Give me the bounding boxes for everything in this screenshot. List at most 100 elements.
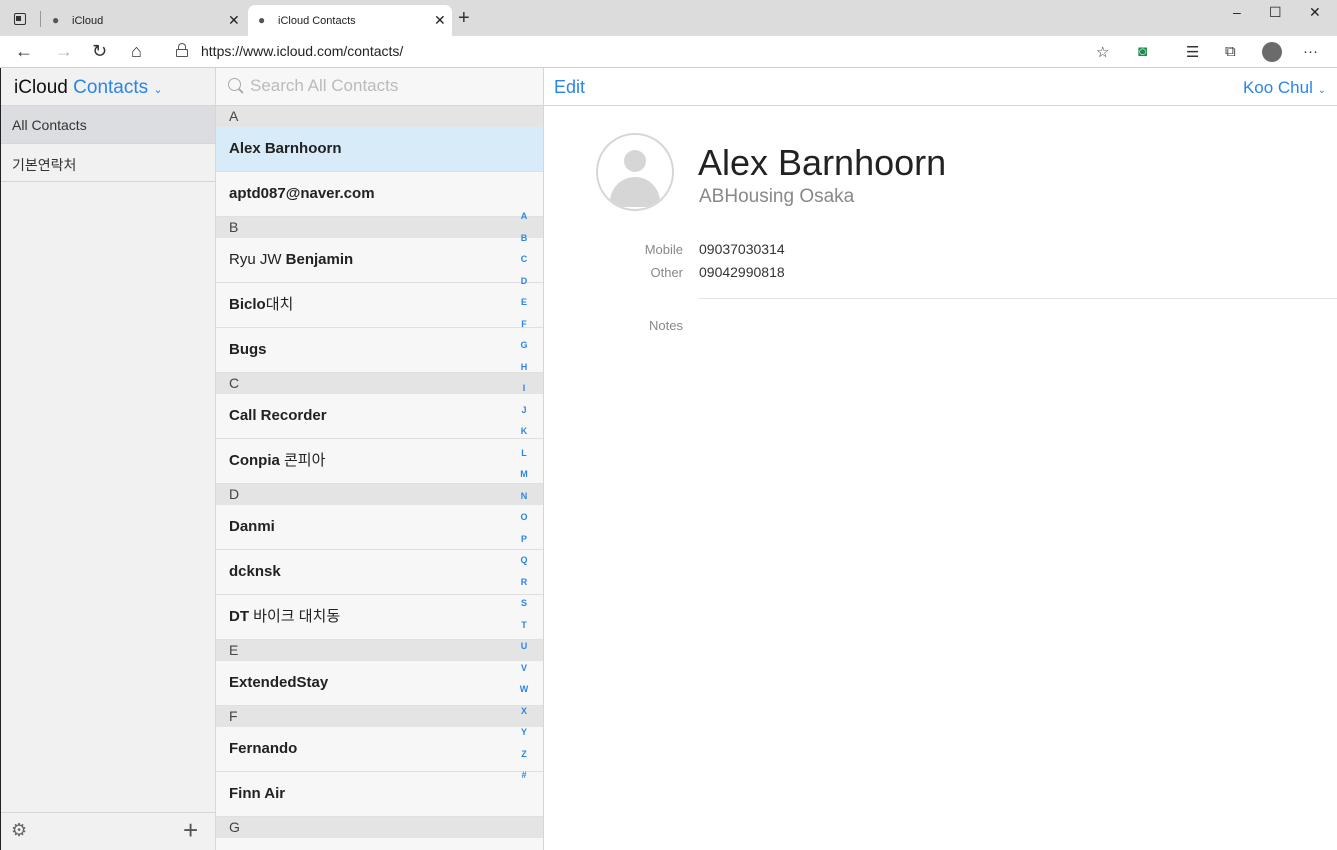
forward-icon[interactable]: → [55,41,73,62]
index-letter[interactable]: T [518,615,530,637]
contact-row[interactable]: aptd087@naver.com [216,172,543,217]
index-letter[interactable]: V [518,658,530,680]
close-tab-icon[interactable]: ✕ [228,12,240,29]
minimize-button[interactable]: – [1233,4,1241,20]
group-label: 기본연락처 [12,157,77,173]
tab-actions-icon[interactable] [10,10,30,28]
tab-icloud[interactable]: ● iCloud ✕ [42,5,246,36]
chevron-down-icon: ⌄ [153,84,163,96]
close-window-button[interactable]: ✕ [1309,4,1321,21]
group-all-contacts[interactable]: All Contacts [1,106,215,144]
index-letter[interactable]: Z [518,744,530,766]
section-header: D [216,484,543,505]
index-letter[interactable]: Y [518,722,530,744]
group-label: All Contacts [12,117,87,133]
index-letter[interactable]: M [518,464,530,486]
collections-icon[interactable]: ⧉ [1225,43,1236,60]
profile-avatar-icon[interactable] [1262,42,1282,62]
more-icon[interactable]: ··· [1303,43,1318,60]
index-letter[interactable]: B [518,228,530,250]
index-letter[interactable]: R [518,572,530,594]
index-letter[interactable]: N [518,486,530,508]
contact-row[interactable]: Bugs [216,328,543,373]
tab-title: iCloud Contacts [278,15,356,27]
index-letter[interactable]: H [518,357,530,379]
person-icon [624,150,646,172]
contact-last-name: dcknsk [229,563,281,580]
search-icon [228,78,244,94]
contact-rows: A Alex Barnhoorn aptd087@naver.com B Ryu JW … [216,106,543,838]
contact-name-suffix: 콘피아 [279,452,326,469]
index-letter[interactable]: W [518,679,530,701]
home-icon[interactable]: ⌂ [131,41,142,62]
index-letter[interactable]: J [518,400,530,422]
contact-last-name: Fernando [229,740,298,757]
contact-row[interactable]: dcknsk [216,550,543,595]
contact-last-name: Call Recorder [229,407,327,424]
close-tab-icon[interactable]: ✕ [434,12,446,29]
favorites-icon[interactable]: ☰ [1186,43,1199,61]
contact-row[interactable]: Finn Air [216,772,543,817]
address-bar[interactable]: https://www.icloud.com/contacts/ [176,41,1106,63]
section-header: A [216,106,543,127]
contact-row[interactable]: ExtendedStay [216,661,543,706]
tab-separator [40,11,41,27]
back-icon[interactable]: ← [15,41,33,62]
contact-row[interactable]: Call Recorder [216,394,543,439]
contact-row[interactable]: DT 바이크 대치동 [216,595,543,640]
section-header: B [216,217,543,238]
index-letter[interactable]: A [518,206,530,228]
index-letter[interactable]: G [518,335,530,357]
field-value[interactable]: 09042990818 [699,264,785,280]
brand-prefix: iCloud [14,77,68,98]
contact-list: A Alex Barnhoorn aptd087@naver.com BRyu JW … [216,68,544,850]
contact-row[interactable]: Conpia 콘피아 [216,439,543,484]
lock-icon[interactable] [176,43,188,57]
index-letter[interactable]: K [518,421,530,443]
section-header: C [216,373,543,394]
contact-row[interactable]: Danmi [216,505,543,550]
index-letter[interactable]: U [518,636,530,658]
favorite-add-icon[interactable]: ☆ [1096,43,1109,61]
index-letter[interactable]: D [518,271,530,293]
sidebar-header: iCloud Contacts ⌄ [1,68,215,106]
apple-icon: ● [258,13,266,27]
alphabet-index[interactable]: A B C D E F G H I J K L M N O P Q R S T U V W X Y Z # [518,206,530,787]
address-url[interactable]: https://www.icloud.com/contacts/ [201,43,403,59]
index-letter[interactable]: I [518,378,530,400]
search-input[interactable] [250,74,530,98]
new-tab-button[interactable]: + [458,7,470,30]
index-letter[interactable]: Q [518,550,530,572]
group-default-contacts[interactable]: 기본연락처 [1,144,215,182]
account-menu[interactable]: Koo Chul ⌄ [1243,78,1326,98]
index-letter[interactable]: P [518,529,530,551]
add-contact-button[interactable]: + [183,815,198,846]
contact-last-name: DT [229,608,249,625]
index-letter[interactable]: E [518,292,530,314]
index-letter[interactable]: F [518,314,530,336]
index-letter[interactable]: C [518,249,530,271]
search-bar [216,68,543,106]
maximize-button[interactable]: ☐ [1269,4,1282,21]
app-switcher[interactable]: iCloud Contacts ⌄ [14,77,163,99]
contact-row[interactable]: Biclo대치 [216,283,543,328]
index-letter[interactable]: L [518,443,530,465]
contact-row[interactable]: Ryu JW Benjamin [216,238,543,283]
gear-icon[interactable]: ⚙ [11,820,27,841]
index-letter[interactable]: O [518,507,530,529]
tab-icloud-contacts[interactable]: ● iCloud Contacts ✕ [248,5,452,36]
edit-button[interactable]: Edit [554,77,585,98]
field-divider [699,298,1337,299]
section-header: G [216,817,543,838]
extension-icon[interactable]: ◙ [1138,43,1147,60]
index-letter[interactable]: S [518,593,530,615]
contact-last-name: Biclo [229,296,266,313]
field-value[interactable]: 09037030314 [699,241,785,257]
index-letter[interactable]: X [518,701,530,723]
index-letter[interactable]: # [518,765,530,787]
field-label: Other [650,265,683,280]
contact-row[interactable]: Fernando [216,727,543,772]
refresh-icon[interactable]: ↻ [92,41,107,62]
groups-sidebar: iCloud Contacts ⌄ All Contacts 기본연락처 ⚙ + [1,68,216,850]
contact-row[interactable]: Alex Barnhoorn [216,127,543,172]
